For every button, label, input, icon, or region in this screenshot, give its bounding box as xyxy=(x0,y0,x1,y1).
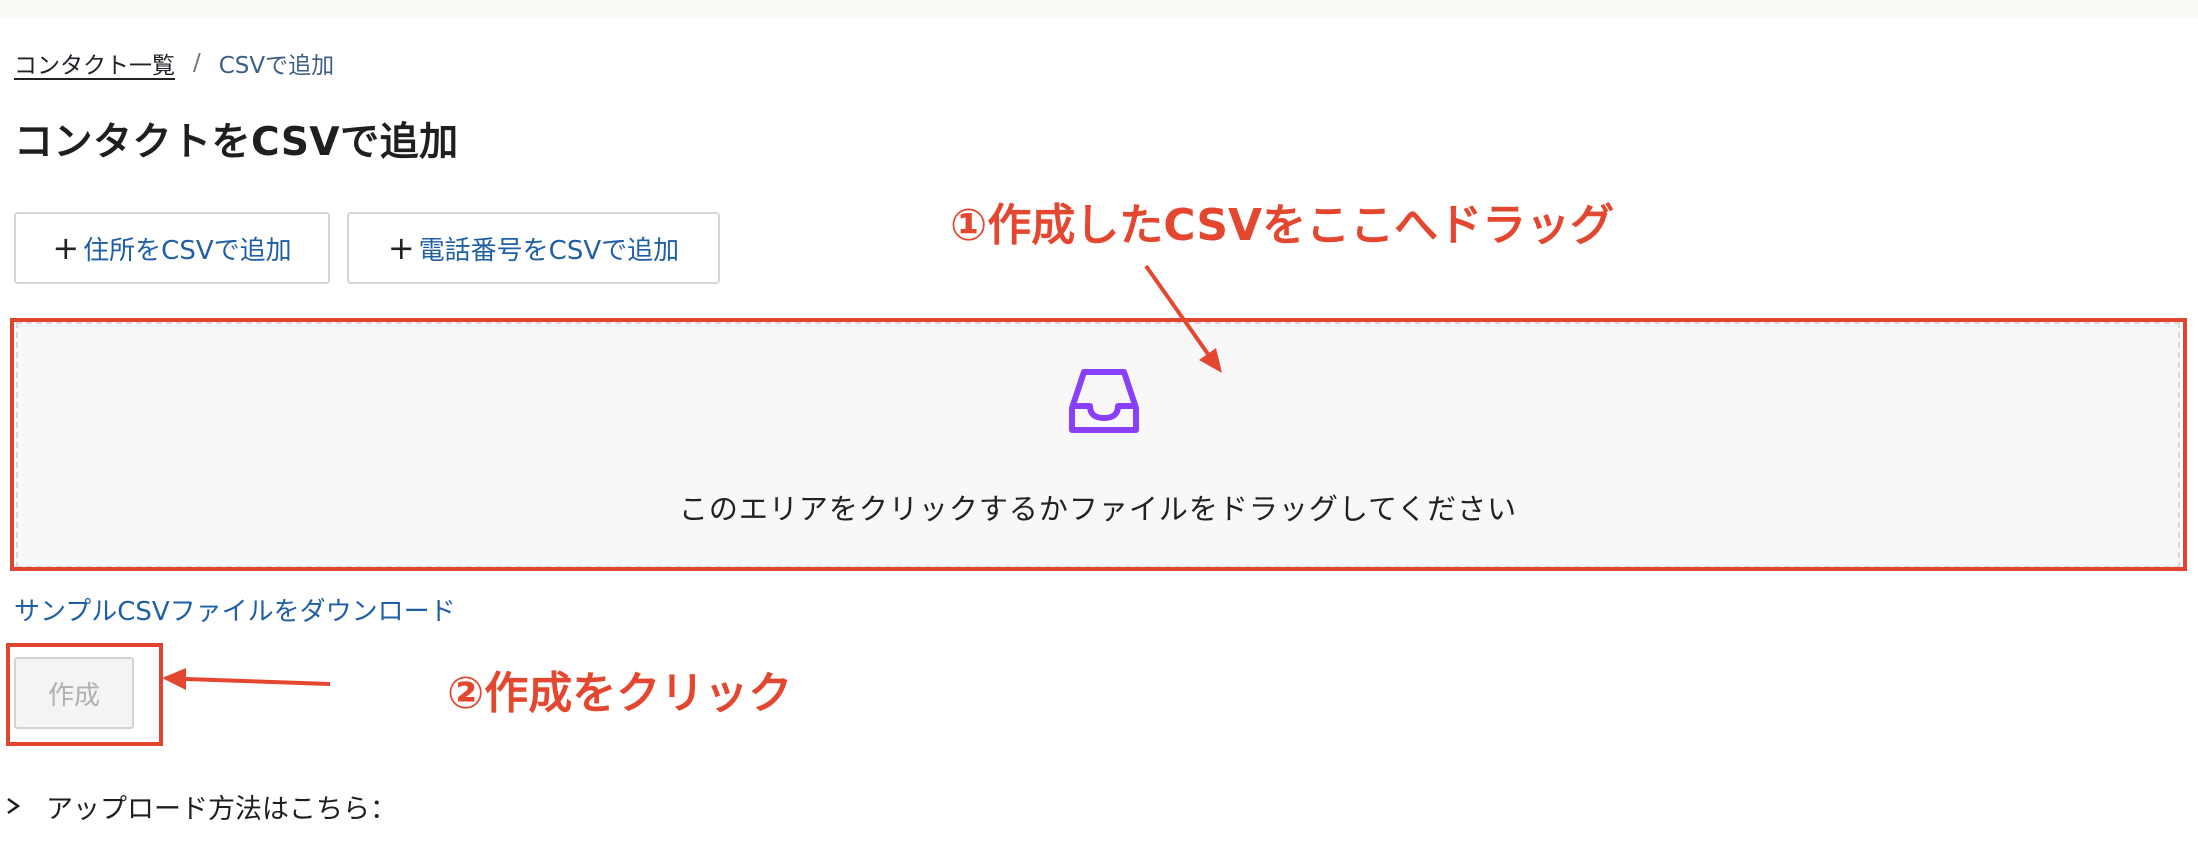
csv-dropzone[interactable]: このエリアをクリックするかファイルをドラッグしてください xyxy=(16,322,2180,568)
breadcrumb: コンタクト一覧 / CSVで追加 xyxy=(14,46,334,80)
sample-csv-download-link[interactable]: サンプルCSVファイルをダウンロード xyxy=(14,594,456,630)
page-title: コンタクトをCSVで追加 xyxy=(14,120,459,165)
plus-icon: + xyxy=(52,229,80,267)
chevron-right-icon xyxy=(7,797,21,815)
top-strip xyxy=(0,0,2198,18)
upload-howto-toggle[interactable]: アップロード方法はこちら： xyxy=(4,788,397,825)
add-phone-csv-button[interactable]: + 電話番号をCSVで追加 xyxy=(347,212,720,284)
breadcrumb-separator: / xyxy=(193,50,201,76)
create-button[interactable]: 作成 xyxy=(14,657,134,729)
upload-howto-label: アップロード方法はこちら： xyxy=(46,793,397,825)
annotation-step1: ①作成したCSVをここへドラッグ xyxy=(950,200,1615,251)
dropzone-instruction: このエリアをクリックするかファイルをドラッグしてください xyxy=(678,492,1518,526)
breadcrumb-current: CSVで追加 xyxy=(218,53,335,79)
annotation-step2: ②作成をクリック xyxy=(447,668,793,719)
annotation-arrow-2 xyxy=(162,668,331,690)
add-phone-csv-label: 電話番号をCSVで追加 xyxy=(418,235,680,266)
add-address-csv-label: 住所をCSVで追加 xyxy=(83,235,292,266)
add-address-csv-button[interactable]: + 住所をCSVで追加 xyxy=(14,212,330,284)
breadcrumb-contacts-link[interactable]: コンタクト一覧 xyxy=(14,46,175,80)
plus-icon: + xyxy=(387,229,415,267)
inbox-icon xyxy=(1069,369,1139,433)
